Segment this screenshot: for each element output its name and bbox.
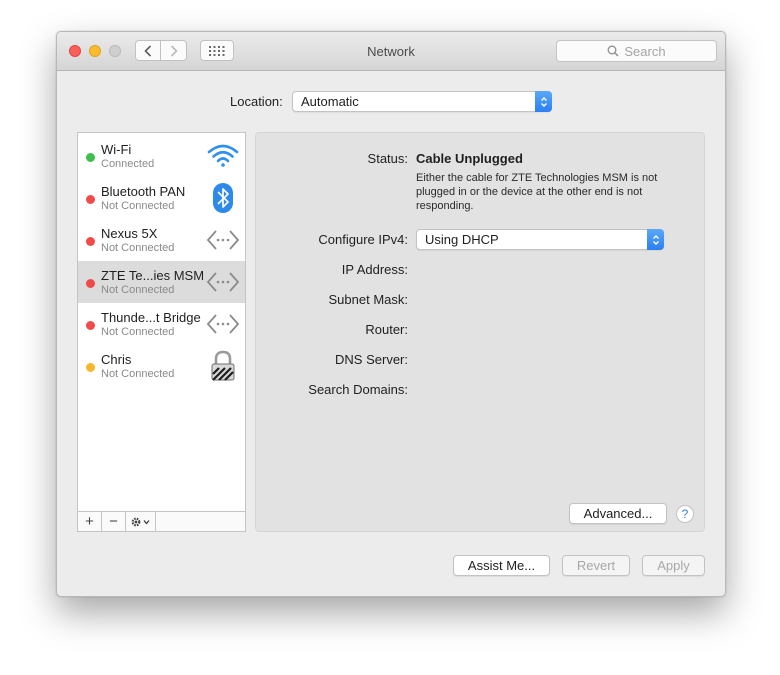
assist-me-button[interactable]: Assist Me...	[453, 555, 550, 576]
service-name: Bluetooth PAN	[101, 184, 186, 199]
add-service-button[interactable]: +	[78, 512, 102, 531]
status-label: Status:	[367, 151, 408, 166]
service-item-chris[interactable]: Chris Not Connected	[78, 345, 245, 387]
service-status: Not Connected	[101, 284, 175, 296]
add-label: +	[85, 513, 94, 530]
apply-button[interactable]: Apply	[642, 555, 705, 576]
ethernet-arrows-icon	[206, 308, 240, 340]
service-name: Nexus 5X	[101, 226, 158, 241]
status-dot	[86, 279, 95, 288]
search-domains-label: Search Domains:	[308, 382, 408, 397]
network-preferences-window: Network Search Location: Automatic Wi-Fi…	[56, 31, 726, 597]
service-list-toolbar: + −	[78, 511, 245, 531]
remove-service-button[interactable]: −	[102, 512, 126, 531]
location-popup[interactable]: Automatic	[292, 91, 552, 112]
status-dot	[86, 153, 95, 162]
router-label: Router:	[365, 322, 408, 337]
service-item-wifi[interactable]: Wi-Fi Connected	[78, 135, 245, 177]
configure-ipv4-popup[interactable]: Using DHCP	[416, 229, 664, 250]
service-status: Not Connected	[101, 200, 175, 212]
service-name: Chris	[101, 352, 132, 367]
service-name: ZTE Te...ies MSM	[101, 268, 205, 283]
ethernet-arrows-icon	[206, 266, 240, 298]
status-dot	[86, 321, 95, 330]
revert-button[interactable]: Revert	[562, 555, 630, 576]
remove-label: −	[109, 513, 118, 530]
ethernet-arrows-icon	[206, 224, 240, 256]
service-name: Thunde...t Bridge	[101, 310, 201, 325]
advanced-button[interactable]: Advanced...	[569, 503, 667, 524]
service-list: Wi-Fi Connected Bluetooth PAN Not Connec…	[77, 132, 246, 532]
popup-arrows-icon	[647, 229, 664, 250]
title-bar: Network Search	[57, 32, 725, 71]
status-value: Cable Unplugged	[416, 151, 523, 166]
status-dot	[86, 237, 95, 246]
status-dot	[86, 363, 95, 372]
search-field[interactable]: Search	[556, 40, 717, 62]
configure-ipv4-label: Configure IPv4:	[318, 232, 408, 247]
location-value: Automatic	[301, 94, 359, 109]
service-status: Not Connected	[101, 326, 175, 338]
service-status: Not Connected	[101, 368, 175, 380]
search-icon	[607, 45, 619, 57]
detail-panel: Status: Cable Unplugged Either the cable…	[255, 132, 705, 532]
service-item-nexus-5x[interactable]: Nexus 5X Not Connected	[78, 219, 245, 261]
vpn-lock-icon	[206, 350, 240, 382]
service-item-zte[interactable]: ZTE Te...ies MSM Not Connected	[78, 261, 245, 303]
subnet-mask-label: Subnet Mask:	[328, 292, 409, 307]
bluetooth-icon	[206, 182, 240, 214]
gear-icon	[131, 517, 149, 526]
service-item-bluetooth-pan[interactable]: Bluetooth PAN Not Connected	[78, 177, 245, 219]
dns-server-label: DNS Server:	[335, 352, 408, 367]
popup-arrows-icon	[535, 91, 552, 112]
service-name: Wi-Fi	[101, 142, 132, 157]
wifi-icon	[206, 140, 240, 172]
service-item-thunderbolt-bridge[interactable]: Thunde...t Bridge Not Connected	[78, 303, 245, 345]
service-status: Not Connected	[101, 242, 175, 254]
ip-address-label: IP Address:	[341, 262, 408, 277]
status-dot	[86, 195, 95, 204]
service-status: Connected	[101, 158, 155, 170]
location-label: Location:	[230, 94, 283, 109]
configure-ipv4-value: Using DHCP	[425, 232, 499, 247]
action-menu-button[interactable]	[126, 512, 156, 531]
search-placeholder: Search	[624, 43, 666, 59]
status-description: Either the cable for ZTE Technologies MS…	[416, 172, 658, 212]
help-button[interactable]: ?	[676, 505, 694, 523]
